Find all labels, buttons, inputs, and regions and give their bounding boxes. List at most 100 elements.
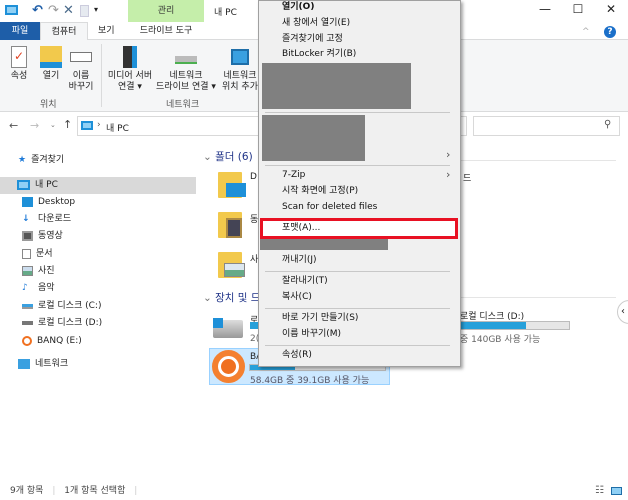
nav-item-drive-d[interactable]: 로컬 디스크 (D:) — [22, 315, 102, 331]
up-button[interactable]: ↑ — [63, 118, 72, 131]
recent-locations-icon[interactable]: ⌄ — [50, 121, 56, 129]
nav-label: 네트워크 — [35, 359, 69, 369]
forward-button[interactable]: → — [30, 119, 39, 132]
delete-icon[interactable]: ✕ — [63, 3, 74, 18]
menu-item-properties[interactable]: 속성(R) — [282, 347, 312, 363]
button-label: 연결 ▾ — [118, 82, 142, 92]
menu-item-7zip[interactable]: 7-Zip — [282, 167, 305, 183]
picture-icon — [224, 263, 245, 277]
manage-context-tab: 관리 — [128, 0, 204, 22]
menu-item-rename[interactable]: 이름 바꾸기(M) — [282, 326, 341, 342]
nav-label: 음악 — [38, 283, 55, 293]
media-server-button[interactable]: 미디어 서버 연결 ▾ — [104, 46, 156, 93]
button-label: 미디어 서버 — [107, 71, 153, 81]
nav-this-pc[interactable]: 내 PC — [17, 177, 58, 193]
undo-icon[interactable]: ↶ — [32, 3, 43, 18]
help-icon[interactable]: ? — [604, 26, 616, 38]
folder-label[interactable]: 드 — [463, 171, 471, 184]
menu-item-pin-quick-access[interactable]: 즐겨찾기에 고정 — [282, 31, 343, 47]
tab-drive-tools[interactable]: 드라이브 도구 — [128, 22, 204, 40]
redo-icon[interactable]: ↷ — [48, 3, 59, 18]
menu-item-scan-deleted[interactable]: Scan for deleted files — [282, 199, 377, 215]
menu-separator — [265, 271, 450, 272]
nav-item-documents[interactable]: 문서 — [22, 246, 53, 262]
desktop-icon — [22, 197, 33, 207]
nav-item-videos[interactable]: 동영상 — [22, 228, 63, 244]
collapse-ribbon-icon[interactable]: ^ — [582, 27, 590, 37]
pc-icon — [5, 5, 18, 15]
menu-item-copy[interactable]: 복사(C) — [282, 289, 312, 305]
details-view-icon[interactable]: ☷ — [595, 485, 604, 496]
media-server-icon — [123, 46, 137, 68]
nav-item-downloads[interactable]: ↓ 다운로드 — [22, 211, 71, 227]
side-panel-toggle[interactable]: ‹ — [617, 300, 628, 324]
menu-item-create-shortcut[interactable]: 바로 가기 만들기(S) — [282, 310, 358, 326]
nav-item-music[interactable]: ♪ 음악 — [22, 280, 55, 296]
nav-item-banq[interactable]: BANQ (E:) — [22, 333, 82, 349]
nav-label: BANQ (E:) — [37, 336, 82, 346]
menu-item-open[interactable]: 열기(O) — [282, 0, 314, 15]
search-input[interactable] — [473, 116, 620, 136]
nav-label: 다운로드 — [38, 214, 72, 224]
banq-drive-icon — [212, 350, 245, 383]
search-icon: ⚲ — [604, 119, 612, 130]
new-folder-icon[interactable] — [80, 5, 89, 17]
group-label-network: 네트워크 — [166, 100, 200, 110]
redacted-block — [260, 239, 388, 250]
properties-icon: ✓ — [11, 46, 27, 68]
desktop-icon — [226, 183, 246, 197]
submenu-chevron-icon: › — [446, 148, 451, 161]
divider — [456, 297, 616, 298]
breadcrumb-this-pc[interactable]: 내 PC — [106, 121, 129, 134]
tab-file[interactable]: 파일 — [0, 22, 40, 40]
network-icon — [18, 359, 30, 369]
properties-button[interactable]: ✓ 속성 — [4, 46, 34, 82]
maximize-button[interactable]: ☐ — [563, 2, 593, 20]
open-folder-icon — [40, 46, 62, 68]
nav-label: 문서 — [36, 249, 53, 259]
button-label: 드라이브 연결 ▾ — [156, 82, 216, 92]
nav-item-desktop[interactable]: Desktop — [22, 194, 75, 210]
picture-icon — [22, 266, 33, 276]
button-label: 네트워크 — [223, 71, 257, 81]
rename-icon — [70, 52, 92, 62]
drive-icon — [22, 303, 33, 309]
download-icon: ↓ — [22, 214, 30, 224]
menu-item-bitlocker[interactable]: BitLocker 켜기(B) — [282, 46, 356, 62]
rename-button[interactable]: 이름 바꾸기 — [66, 46, 96, 93]
tab-computer[interactable]: 컴퓨터 — [40, 22, 88, 41]
back-button[interactable]: ← — [9, 119, 18, 132]
section-folders-header[interactable]: ⌄ 폴더 (6) — [203, 149, 253, 164]
redacted-block — [262, 63, 411, 109]
menu-item-format[interactable]: 포맷(A)... — [282, 220, 320, 236]
menu-separator — [265, 345, 450, 346]
nav-label: Desktop — [38, 197, 76, 207]
nav-item-pictures[interactable]: 사진 — [22, 263, 55, 279]
menu-item-open-new-window[interactable]: 새 창에서 열기(E) — [282, 15, 350, 31]
nav-label: 로컬 디스크 (C:) — [38, 301, 102, 311]
nav-network[interactable]: 네트워크 — [18, 356, 68, 372]
minimize-button[interactable]: — — [530, 2, 560, 20]
map-network-drive-button[interactable]: 네트워크 드라이브 연결 ▾ — [156, 46, 216, 93]
large-icons-view-icon[interactable] — [611, 487, 622, 495]
add-network-location-button[interactable]: 네트워크 위치 추가 — [218, 46, 262, 93]
network-location-icon — [231, 49, 249, 65]
nav-item-drive-c[interactable]: 로컬 디스크 (C:) — [22, 298, 101, 314]
drive-icon — [22, 321, 33, 325]
open-button[interactable]: 열기 — [36, 46, 66, 82]
banq-drive-icon — [22, 336, 32, 346]
button-label: 이름 — [72, 71, 90, 81]
menu-separator — [265, 165, 450, 166]
customize-qat-icon[interactable]: ▾ — [94, 5, 98, 14]
close-button[interactable]: ✕ — [596, 2, 626, 20]
menu-item-pin-start[interactable]: 시작 화면에 고정(P) — [282, 183, 358, 199]
button-label: 열기 — [42, 71, 60, 81]
menu-item-eject[interactable]: 꺼내기(J) — [282, 252, 317, 268]
menu-item-cut[interactable]: 잘라내기(T) — [282, 273, 328, 289]
video-icon — [226, 218, 242, 238]
folder-label[interactable]: D — [250, 172, 257, 182]
tab-view[interactable]: 보기 — [92, 22, 121, 40]
chevron-down-icon: ⌄ — [203, 292, 216, 304]
drive-usage-fill — [456, 322, 527, 329]
nav-quick-access[interactable]: ★ 즐겨찾기 — [18, 152, 64, 168]
